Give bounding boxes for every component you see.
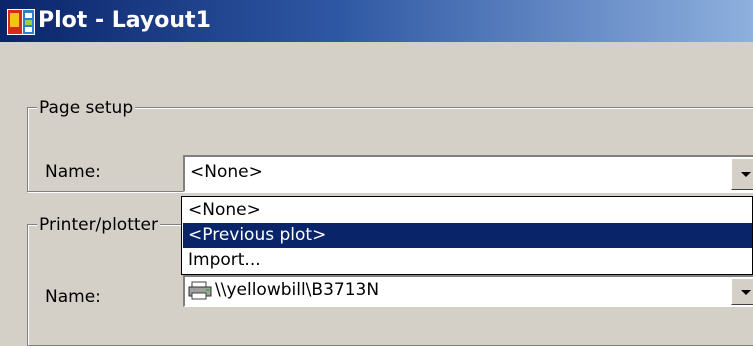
autocad-app-icon: [7, 9, 35, 35]
page-setup-dropdown-button[interactable]: [731, 158, 753, 190]
printer-plotter-group-label: Printer/plotter: [37, 215, 160, 235]
page-setup-name-label: Name:: [45, 162, 101, 182]
dropdown-option-none[interactable]: <None>: [183, 198, 752, 223]
title-bar[interactable]: Plot - Layout1: [0, 0, 753, 42]
printer-selected-value: \\yellowbill\B3713N: [215, 280, 380, 300]
dropdown-option-import[interactable]: Import...: [183, 248, 752, 273]
network-printer-icon: [188, 281, 212, 300]
printer-name-label: Name:: [45, 287, 101, 307]
page-setup-group-label: Page setup: [37, 98, 136, 118]
window-title: Plot - Layout1: [38, 8, 211, 33]
chevron-down-icon: [741, 172, 751, 177]
page-setup-name-combo[interactable]: <None>: [183, 155, 753, 192]
printer-dropdown-button[interactable]: [731, 278, 753, 305]
dropdown-option-previous-plot[interactable]: <Previous plot>: [183, 223, 752, 248]
printer-name-combo[interactable]: \\yellowbill\B3713N: [183, 275, 753, 307]
page-setup-selected-value: <None>: [190, 162, 263, 182]
page-setup-dropdown-list: <None> <Previous plot> Import...: [181, 196, 753, 275]
chevron-down-icon: [741, 289, 751, 295]
